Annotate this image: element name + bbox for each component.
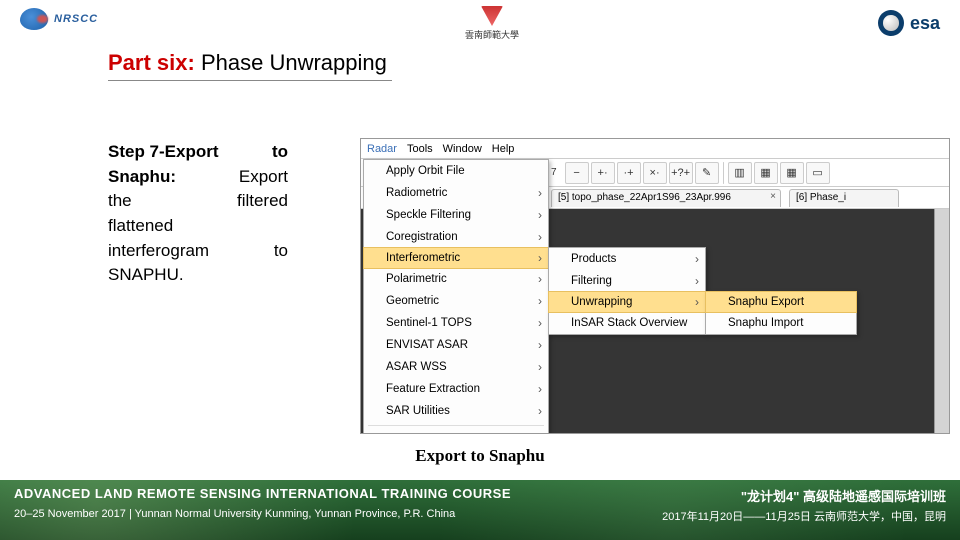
footer-title-en: ADVANCED LAND REMOTE SENSING INTERNATION… xyxy=(14,486,511,501)
university-name: 雲南師範大學 xyxy=(465,28,519,41)
menu-item-insar-stack-overview[interactable]: InSAR Stack Overview xyxy=(549,312,705,334)
footer-sub-cn: 2017年11月20日——11月25日 云南师范大学，中国，昆明 xyxy=(662,508,946,524)
footer-sub-en: 20–25 November 2017 | Yunnan Normal Univ… xyxy=(14,508,455,520)
step-l3a: the xyxy=(108,189,132,214)
doc-tab-5[interactable]: [5] topo_phase_22Apr1S96_23Apr.996 × xyxy=(551,189,781,207)
menu-item-radiometric[interactable]: Radiometric xyxy=(364,182,548,204)
snap-window: Radar Tools Window Help 7 − +· ·+ ×· +?+… xyxy=(360,138,950,434)
menu-item-feature-extraction[interactable]: Feature Extraction xyxy=(364,378,548,400)
title-underline xyxy=(108,80,392,81)
step-l2a: Snaphu: xyxy=(108,165,176,190)
esa-logo: esa xyxy=(878,10,940,36)
menu-separator xyxy=(368,425,544,426)
title-name: Phase Unwrapping xyxy=(201,50,387,75)
unwrapping-submenu: Snaphu ExportSnaphu Import xyxy=(705,291,857,335)
menu-item-sentinel-1-tops[interactable]: Sentinel-1 TOPS xyxy=(364,312,548,334)
menu-radar[interactable]: Radar xyxy=(367,143,397,155)
menu-window[interactable]: Window xyxy=(443,143,482,155)
globe-icon xyxy=(20,8,48,30)
tool-q-icon[interactable]: +?+ xyxy=(669,162,693,184)
menu-item-geometric[interactable]: Geometric xyxy=(364,290,548,312)
step-l2b: Export xyxy=(239,165,288,190)
doc6-label: [6] Phase_i xyxy=(796,192,846,203)
doc-num: 7 xyxy=(551,167,557,178)
slide-title: Part six: Phase Unwrapping xyxy=(108,50,387,76)
step-l5b: to xyxy=(274,239,288,264)
edit-icon[interactable]: ✎ xyxy=(695,162,719,184)
menu-item-products[interactable]: Products xyxy=(549,248,705,270)
menu-item-interferometric[interactable]: Interferometric xyxy=(363,247,549,269)
layout4-icon[interactable]: ▭ xyxy=(806,162,830,184)
figure-caption: Export to Snaphu xyxy=(0,446,960,466)
esa-text: esa xyxy=(910,13,940,34)
triangle-icon xyxy=(481,6,503,26)
menu-item-complex-to-detected-gr[interactable]: Complex to Detected GR xyxy=(364,429,548,434)
menu-item-snaphu-export[interactable]: Snaphu Export xyxy=(705,291,857,313)
footer-banner: ADVANCED LAND REMOTE SENSING INTERNATION… xyxy=(0,480,960,540)
step-l4: flattened xyxy=(108,214,288,239)
menu-item-sar-utilities[interactable]: SAR Utilities xyxy=(364,400,548,422)
interferometric-submenu: ProductsFilteringUnwrappingInSAR Stack O… xyxy=(548,247,706,335)
menu-tools[interactable]: Tools xyxy=(407,143,433,155)
close-icon[interactable]: ×· xyxy=(643,162,667,184)
footer-title-cn: "龙计划4" 高级陆地遥感国际培训班 xyxy=(741,486,946,505)
step-l6: SNAPHU. xyxy=(108,263,288,288)
layout2-icon[interactable]: ▦ xyxy=(754,162,778,184)
doc5-label: [5] topo_phase_22Apr1S96_23Apr.996 xyxy=(558,192,731,203)
nrscc-logo: NRSCC xyxy=(20,8,98,30)
layout1-icon[interactable]: ▥ xyxy=(728,162,752,184)
menu-item-speckle-filtering[interactable]: Speckle Filtering xyxy=(364,204,548,226)
menu-item-snaphu-import[interactable]: Snaphu Import xyxy=(706,312,856,334)
menu-item-unwrapping[interactable]: Unwrapping xyxy=(548,291,706,313)
close-tab-icon[interactable]: × xyxy=(770,191,776,202)
menubar: Radar Tools Window Help xyxy=(361,139,949,159)
zoom-in-left-icon[interactable]: +· xyxy=(591,162,615,184)
toolbar-sep xyxy=(723,162,724,184)
nrscc-text: NRSCC xyxy=(54,13,98,25)
menu-item-polarimetric[interactable]: Polarimetric xyxy=(364,268,548,290)
zoom-out-icon[interactable]: − xyxy=(565,162,589,184)
university-logo: 雲南師範大學 xyxy=(465,6,519,41)
menu-help[interactable]: Help xyxy=(492,143,515,155)
doc-tab-6[interactable]: [6] Phase_i xyxy=(789,189,899,207)
menu-item-apply-orbit-file[interactable]: Apply Orbit File xyxy=(364,160,548,182)
layout3-icon[interactable]: ▦ xyxy=(780,162,804,184)
step-l5a: interferogram xyxy=(108,239,209,264)
step-l3b: filtered xyxy=(237,189,288,214)
radar-menu: Apply Orbit FileRadiometricSpeckle Filte… xyxy=(363,159,549,434)
menu-item-coregistration[interactable]: Coregistration xyxy=(364,226,548,248)
step-l1b: to xyxy=(272,140,288,165)
title-part: Part six: xyxy=(108,50,195,75)
menu-item-filtering[interactable]: Filtering xyxy=(549,270,705,292)
esa-circle-icon xyxy=(878,10,904,36)
step-description: Step 7-Export to Snaphu: Export the filtere… xyxy=(108,140,288,288)
zoom-in-right-icon[interactable]: ·+ xyxy=(617,162,641,184)
menu-item-asar-wss[interactable]: ASAR WSS xyxy=(364,356,548,378)
step-l1a: Step 7-Export xyxy=(108,140,219,165)
menu-item-envisat-asar[interactable]: ENVISAT ASAR xyxy=(364,334,548,356)
